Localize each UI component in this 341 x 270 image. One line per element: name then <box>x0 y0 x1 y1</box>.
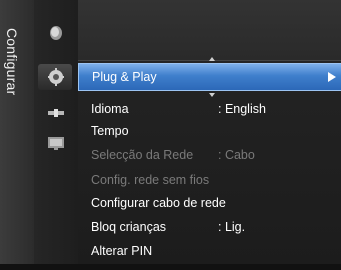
menu-item-value: : Cabo <box>218 148 255 162</box>
submenu-arrow-icon <box>328 72 336 82</box>
menu-item-value: : English <box>218 102 266 116</box>
menu-item-bloq-criancas[interactable]: Bloq crianças : Lig. <box>78 216 341 238</box>
menu-item-idioma[interactable]: Idioma : English <box>78 98 341 120</box>
menu-item-plug-and-play[interactable]: Plug & Play <box>78 63 341 91</box>
menu-item-value: : Lig. <box>218 220 246 234</box>
menu-item-label: Configurar cabo de rede <box>91 196 226 210</box>
scroll-up-icon[interactable] <box>209 57 215 61</box>
settings-menu: Plug & Play Idioma : English Tempo Selec… <box>78 0 341 270</box>
bottom-edge <box>0 264 341 270</box>
category-label: Configurar <box>4 28 20 96</box>
menu-item-seleccao-da-rede: Selecção da Rede : Cabo <box>78 144 341 166</box>
setup-gear-icon[interactable] <box>46 68 66 86</box>
satellite-icon[interactable] <box>46 104 66 122</box>
scroll-down-icon[interactable] <box>209 93 215 97</box>
menu-item-label: Plug & Play <box>92 70 157 84</box>
menu-item-label: Config. rede sem fios <box>91 173 210 187</box>
category-strip: Configurar <box>0 0 34 270</box>
icon-column <box>34 0 79 270</box>
menu-item-tempo[interactable]: Tempo <box>78 120 341 142</box>
menu-item-label: Selecção da Rede <box>91 148 194 162</box>
picture-icon[interactable] <box>46 24 66 42</box>
menu-item-label: Bloq crianças <box>91 220 167 234</box>
menu-item-alterar-pin[interactable]: Alterar PIN <box>78 240 341 262</box>
input-icon[interactable] <box>46 134 66 152</box>
menu-item-label: Idioma <box>91 102 129 116</box>
menu-item-config-rede-sem-fios: Config. rede sem fios <box>78 169 341 191</box>
menu-item-label: Alterar PIN <box>91 244 153 258</box>
menu-header-area <box>78 0 341 61</box>
tv-menu-screen: Configurar Plug & Play Idioma: English … <box>0 0 341 270</box>
menu-item-configurar-cabo-de-rede[interactable]: Configurar cabo de rede <box>78 192 341 214</box>
menu-item-label: Tempo <box>91 124 129 138</box>
